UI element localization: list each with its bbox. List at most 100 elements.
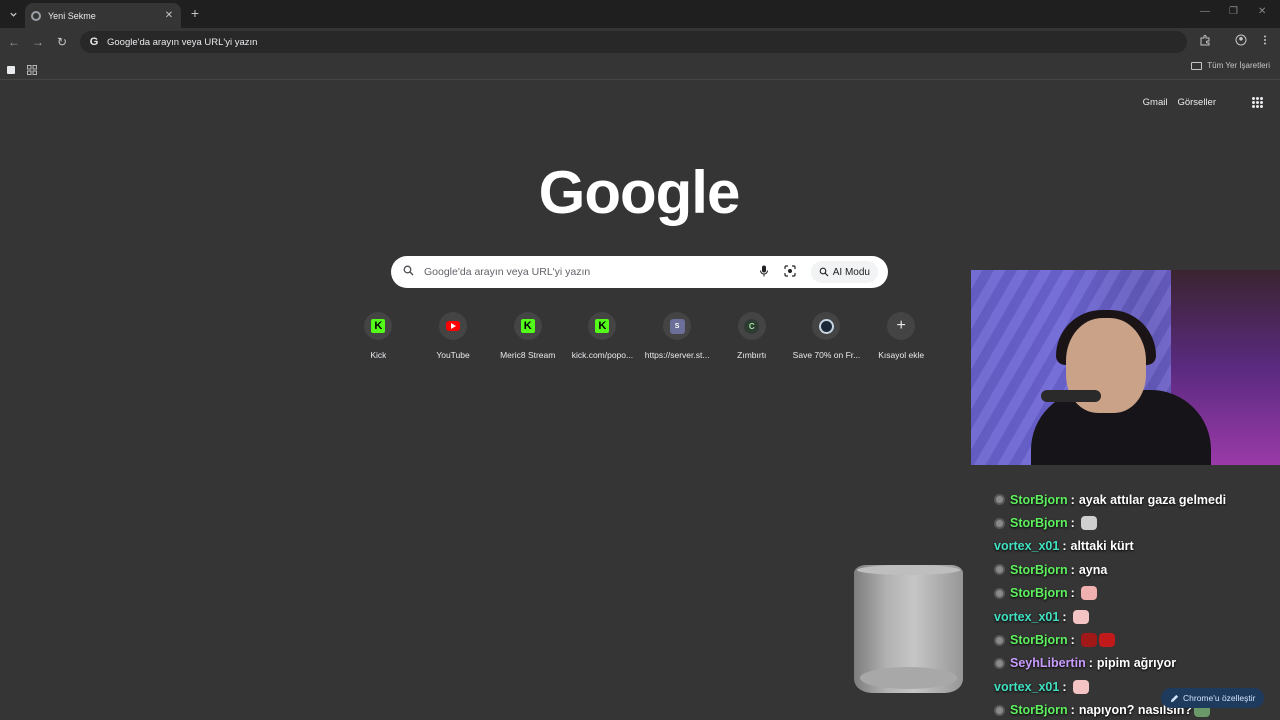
window-close-button[interactable]: ✕	[1258, 6, 1266, 17]
steam-icon	[818, 318, 834, 334]
chat-username[interactable]: SeyhLibertin	[1010, 656, 1086, 670]
shortcut-meric8-stream[interactable]: K Meric8 Stream	[490, 312, 565, 360]
minimize-button[interactable]: —	[1200, 6, 1210, 17]
chat-text: ayak attılar gaza gelmedi	[1078, 492, 1227, 507]
chat-message: StorBjorn:	[994, 628, 1280, 651]
tab-new-tab[interactable]: Yeni Sekme ✕	[25, 3, 181, 28]
customize-chrome-button[interactable]: Chrome'u özelleştir	[1161, 688, 1265, 708]
shortcut-server[interactable]: S https://server.st...	[640, 312, 715, 360]
shortcut-kick[interactable]: K Kick	[341, 312, 416, 360]
ai-mode-button[interactable]: AI Modu	[810, 261, 878, 283]
add-shortcut-button[interactable]: + Kısayol ekle	[864, 312, 939, 360]
chat-username[interactable]: StorBjorn	[1010, 703, 1068, 717]
chat-emote-icon	[1080, 586, 1097, 601]
maximize-button[interactable]: ❐	[1229, 6, 1238, 17]
ai-mode-label: AI Modu	[832, 266, 870, 278]
chat-separator: :	[1070, 703, 1075, 718]
chat-username[interactable]: StorBjorn	[1010, 563, 1068, 577]
shortcut-zimbirti[interactable]: C Zımbırtı	[714, 312, 789, 360]
google-lens-icon[interactable]	[783, 265, 797, 279]
chat-separator: :	[1062, 609, 1067, 624]
shortcut-youtube[interactable]: YouTube	[416, 312, 491, 360]
youtube-icon	[446, 321, 461, 331]
customize-label: Chrome'u özelleştir	[1183, 693, 1256, 703]
shortcut-label: Zımbırtı	[737, 350, 767, 360]
chat-message: StorBjorn:	[994, 511, 1280, 534]
address-bar[interactable]: G Google'da arayın veya URL'yi yazın	[80, 31, 1187, 53]
chat-separator: :	[1070, 492, 1075, 507]
search-icon	[403, 265, 415, 279]
search-input[interactable]	[424, 266, 745, 278]
chat-emote-icon	[1072, 679, 1089, 694]
shortcut-label: Kick	[370, 350, 387, 360]
chat-separator: :	[1070, 562, 1075, 577]
back-button[interactable]: ←	[6, 34, 22, 50]
chat-separator: :	[1070, 516, 1075, 531]
pencil-icon	[1170, 694, 1179, 702]
shortcut-label: Meric8 Stream	[500, 350, 556, 360]
chat-message: vortex_x01: alttaki kürt	[994, 535, 1280, 558]
shortcut-label: https://server.st...	[644, 350, 710, 360]
kick-icon: K	[371, 319, 386, 333]
drinking-glass-image	[854, 565, 963, 693]
gmail-link[interactable]: Gmail	[1143, 97, 1168, 108]
chat-separator: :	[1062, 679, 1067, 694]
chat-message: SeyhLibertin: pipim ağrıyor	[994, 652, 1280, 675]
chat-badge-icon	[994, 494, 1005, 506]
chat-message: StorBjorn: ayna	[994, 558, 1280, 581]
chat-emote-icon	[1080, 516, 1097, 531]
chat-badge-icon	[994, 587, 1005, 599]
shortcut-steam[interactable]: Save 70% on Fr...	[789, 312, 864, 360]
microphone-icon[interactable]	[757, 265, 771, 279]
toolbar: ← → ↻ G Google'da arayın veya URL'yi yaz…	[0, 28, 1280, 56]
menu-icon[interactable]	[1257, 34, 1273, 50]
shortcut-label: Save 70% on Fr...	[792, 350, 861, 360]
stream-chat: StorBjorn: ayak attılar gaza gelmedi StorB…	[994, 488, 1280, 720]
chat-separator: :	[1088, 656, 1093, 671]
chat-username[interactable]: StorBjorn	[1010, 493, 1068, 507]
chat-username[interactable]: vortex_x01	[994, 610, 1059, 624]
chat-separator: :	[1062, 539, 1067, 554]
folder-icon	[1191, 61, 1203, 70]
kick-icon: K	[520, 319, 535, 333]
chat-badge-icon	[994, 517, 1005, 529]
chat-badge-icon	[994, 564, 1005, 576]
forward-button[interactable]: →	[30, 34, 46, 50]
shortcut-label: kick.com/popo...	[571, 350, 634, 360]
chat-username[interactable]: StorBjorn	[1010, 586, 1068, 600]
profile-icon[interactable]	[1233, 34, 1249, 50]
chat-username[interactable]: StorBjorn	[1010, 633, 1068, 647]
chat-text: ayna	[1078, 562, 1108, 577]
ntp-header-links: Gmail Görseller	[1143, 97, 1216, 108]
chat-username[interactable]: vortex_x01	[994, 680, 1059, 694]
chat-emote-icon	[1080, 633, 1097, 648]
chat-message: StorBjorn:	[994, 582, 1280, 605]
chrome-icon	[31, 10, 41, 21]
tab-close-button[interactable]: ✕	[163, 10, 175, 21]
chat-message: vortex_x01:	[994, 605, 1280, 628]
chat-badge-icon	[994, 657, 1005, 669]
chat-separator: :	[1070, 633, 1075, 648]
bookmark-page-icon[interactable]	[6, 62, 17, 74]
address-bar-text: Google'da arayın veya URL'yi yazın	[107, 36, 258, 48]
ai-search-icon	[819, 267, 829, 277]
apps-grid-icon[interactable]	[27, 62, 38, 75]
kick-icon: K	[595, 319, 610, 333]
chat-emote-icon	[1098, 633, 1115, 648]
extensions-icon[interactable]	[1197, 34, 1213, 50]
tab-title: Yeni Sekme	[48, 10, 96, 21]
chat-username[interactable]: StorBjorn	[1010, 516, 1068, 530]
chat-emote-icon	[1072, 609, 1089, 624]
shortcut-kick-popo[interactable]: K kick.com/popo...	[565, 312, 640, 360]
reload-button[interactable]: ↻	[54, 34, 70, 50]
chat-username[interactable]: vortex_x01	[994, 539, 1059, 553]
new-tab-button[interactable]: +	[187, 5, 203, 21]
all-bookmarks-button[interactable]: Tüm Yer İşaretleri	[1191, 61, 1270, 70]
search-box[interactable]: AI Modu	[391, 256, 888, 288]
zimbirti-icon: C	[744, 318, 760, 334]
chat-text: alttaki kürt	[1070, 539, 1134, 554]
images-link[interactable]: Görseller	[1177, 97, 1216, 108]
plus-icon: +	[896, 317, 906, 334]
google-apps-icon[interactable]	[1252, 97, 1263, 108]
tab-search-button[interactable]	[4, 5, 22, 23]
